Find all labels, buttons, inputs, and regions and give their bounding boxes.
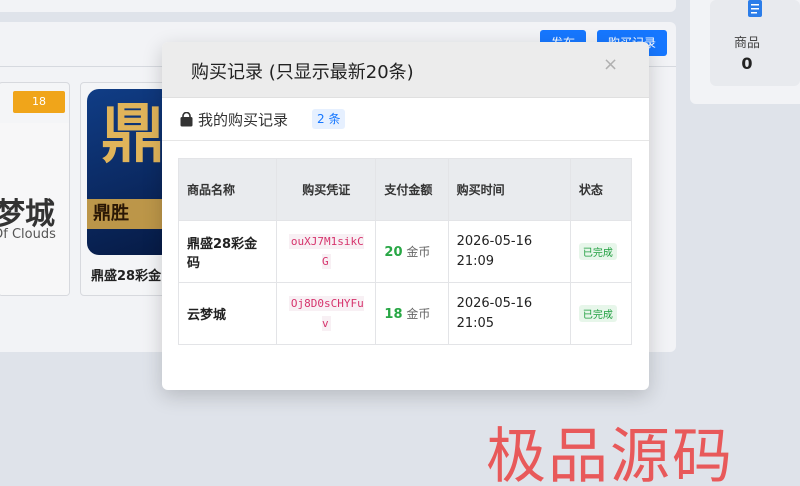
amount-unit: 金币 [406,245,431,259]
status-badge: 已完成 [578,305,617,322]
product-image-glyph: 鼎 [101,98,165,172]
close-icon[interactable]: × [603,54,618,75]
voucher-code: ouXJ7M1sikCG [288,233,364,269]
time-cell: 2026-05-16 21:09 [447,220,571,283]
product-image-subtitle: Of Clouds [0,227,56,242]
column-header-product: 商品名称 [177,158,278,221]
amount-cell: 20 金币 [375,220,449,283]
product-image: 梦城 Of Clouds [0,123,69,295]
watermark: 极品源码 [486,422,734,486]
amount-value: 18 [384,307,403,322]
shopping-bag-icon [180,112,193,127]
records-subheader: 我的购买记录 2 条 [162,99,649,141]
amount-cell: 18 金币 [375,282,449,345]
column-header-voucher: 购买凭证 [276,158,377,221]
top-card [0,0,676,12]
status-cell: 已完成 [569,220,633,283]
table-row: 鼎盛28彩金码 ouXJ7M1sikCG 20 金币 2026-05-16 21… [177,220,633,283]
product-card[interactable]: 18 梦城 Of Clouds [0,82,70,296]
records-count-badge: 2 条 [312,109,346,129]
voucher-cell: Oj8D0sCHYFuv [276,282,377,345]
stat-tile: 商品 0 [710,0,800,86]
product-name-cell: 鼎盛28彩金码 [177,220,278,283]
purchase-records-modal: 购买记录 (只显示最新20条) × 我的购买记录 2 条 商品名称 购买凭证 支… [162,42,649,390]
price-tag: 18 [13,91,65,113]
product-name: 鼎盛28彩金 [91,269,162,284]
table-header-row: 商品名称 购买凭证 支付金额 购买时间 状态 [177,158,633,221]
column-header-time: 购买时间 [447,158,571,221]
product-image-strip: 鼎胜 [87,199,171,229]
status-badge: 已完成 [578,243,617,260]
modal-header: 购买记录 (只显示最新20条) × [162,42,649,98]
stat-label: 商品 [733,36,760,51]
document-icon [748,0,762,17]
stat-value: 0 [741,54,753,73]
product-card[interactable]: 鼎 鼎胜 鼎盛28彩金 [80,82,172,296]
amount-unit: 金币 [406,307,431,321]
column-header-amount: 支付金额 [375,158,449,221]
records-table: 商品名称 购买凭证 支付金额 购买时间 状态 鼎盛28彩金码 ouXJ7M1si… [177,158,633,345]
status-cell: 已完成 [569,282,633,345]
modal-title: 购买记录 (只显示最新20条) [191,62,414,83]
records-label: 我的购买记录 [198,111,289,129]
product-name-cell: 云梦城 [177,282,278,345]
product-image: 鼎 鼎胜 [87,89,171,255]
stat-card: 商品 0 [690,0,800,104]
table-row: 云梦城 Oj8D0sCHYFuv 18 金币 2026-05-16 21:05 … [177,282,633,345]
column-header-status: 状态 [569,158,633,221]
voucher-cell: ouXJ7M1sikCG [276,220,377,283]
amount-value: 20 [384,245,403,260]
voucher-code: Oj8D0sCHYFuv [288,295,364,331]
time-cell: 2026-05-16 21:05 [447,282,571,345]
